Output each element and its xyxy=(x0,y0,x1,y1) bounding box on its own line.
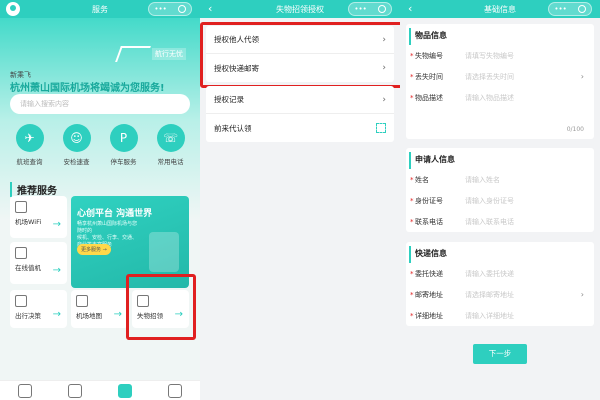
item-info-card: 物品信息 * 失物编号 请填写失物编号 * 丢失时间 请选择丢失时间 › * 物… xyxy=(406,24,594,139)
detail-address-input[interactable]: 请输入详细地址 xyxy=(465,311,594,321)
menu-label: 授权记录 xyxy=(214,95,244,104)
chevron-right-icon: › xyxy=(580,290,584,299)
tile-check-in[interactable]: 在线值机 → xyxy=(10,242,67,284)
home-tab-icon[interactable] xyxy=(18,383,32,398)
highlight-box-lost-found xyxy=(126,274,196,340)
tile-exit-decision[interactable]: 出行决策 → xyxy=(10,290,67,328)
luggage-icon xyxy=(149,232,179,272)
more-services-button[interactable]: 更多服务 → xyxy=(77,244,111,255)
scan-icon[interactable] xyxy=(376,123,386,133)
quick-label: 停车服务 xyxy=(110,158,137,166)
lost-time-picker[interactable]: 请选择丢失时间 xyxy=(465,72,594,82)
chevron-right-icon: › xyxy=(382,94,386,105)
quick-item-phone[interactable]: ☏ 常用电话 xyxy=(151,124,191,166)
parking-icon: P xyxy=(109,124,138,152)
search-input[interactable]: 请输入搜索内容 xyxy=(10,94,190,114)
close-icon[interactable] xyxy=(177,5,186,13)
mail-address-picker[interactable]: 请选择邮寄地址 xyxy=(465,290,594,300)
luggage-tab-icon[interactable] xyxy=(68,383,82,398)
courier-input[interactable]: 请输入委托快递 xyxy=(465,269,594,279)
map-icon xyxy=(76,295,88,307)
menu-item-claim-on-behalf[interactable]: 前来代认领 xyxy=(206,114,394,142)
row-id-number[interactable]: * 身份证号 请输入身份证号 xyxy=(406,190,594,211)
menu-item-records[interactable]: 授权记录 › xyxy=(206,86,394,114)
more-icon[interactable]: ••• xyxy=(154,5,166,13)
mini-program-capsule[interactable]: ••• xyxy=(548,2,592,16)
service-screen: 服务 ••• 航行无忧 新乘飞 杭州萧山国际机场将竭诚为您服务! 请输入搜索内容… xyxy=(0,0,200,400)
row-lost-time[interactable]: * 丢失时间 请选择丢失时间 › xyxy=(406,66,594,87)
tile-label: 在线值机 xyxy=(15,264,41,272)
check-in-icon xyxy=(15,247,27,259)
tile-label: 出行决策 xyxy=(15,312,41,320)
authorization-screen: ‹ 失物招领授权 ••• 授权他人代领 › 授权快递邮寄 › 授权记录 › 前来… xyxy=(200,0,406,400)
id-number-input[interactable]: 请输入身份证号 xyxy=(465,196,594,206)
more-icon[interactable]: ••• xyxy=(554,5,566,13)
mini-program-capsule[interactable]: ••• xyxy=(148,2,192,16)
close-icon[interactable] xyxy=(577,5,586,13)
arrow-right-icon: → xyxy=(113,309,122,320)
roof-icon xyxy=(115,46,151,62)
services-tab-icon[interactable] xyxy=(118,383,132,398)
quick-item-parking[interactable]: P 停车服务 xyxy=(104,124,144,166)
profile-tab-icon[interactable] xyxy=(168,383,182,398)
quick-item-security[interactable]: ☺ 安检速查 xyxy=(57,124,97,166)
row-item-description[interactable]: * 物品描述 请输入物品描述 xyxy=(406,87,594,108)
tile-wifi[interactable]: 机场WiFi → xyxy=(10,196,67,238)
section-title: 快递信息 xyxy=(409,246,594,263)
phone-input[interactable]: 请输入联系电话 xyxy=(465,217,594,227)
records-menu: 授权记录 › 前来代认领 xyxy=(206,86,394,142)
section-title: 物品信息 xyxy=(409,28,594,45)
authorization-top-bar: ‹ 失物招领授权 ••• xyxy=(200,0,400,18)
banner-title: 心创平台 沟通世界 xyxy=(77,209,153,219)
quick-item-flight[interactable]: ✈ 航班查询 xyxy=(10,124,50,166)
quick-label: 安检速查 xyxy=(63,158,90,166)
basic-info-top-bar: ‹ 基础信息 ••• xyxy=(400,0,600,18)
quick-label: 常用电话 xyxy=(157,158,184,166)
delivery-info-card: 快递信息 * 委托快递 请输入委托快递 * 邮寄地址 请选择邮寄地址 › * 详… xyxy=(406,242,594,326)
exit-icon xyxy=(15,295,27,307)
section-title: 申请人信息 xyxy=(409,152,594,169)
plane-icon: ✈ xyxy=(15,124,44,152)
applicant-info-card: 申请人信息 * 姓名 请输入姓名 * 身份证号 请输入身份证号 * 联系电话 请… xyxy=(406,148,594,232)
lost-number-input[interactable]: 请填写失物编号 xyxy=(465,51,594,61)
chevron-right-icon: › xyxy=(580,72,584,81)
airport-logo: 航行无忧 xyxy=(114,42,186,68)
wifi-icon xyxy=(15,201,27,213)
tile-label: 机场地图 xyxy=(76,312,102,320)
row-detail-address[interactable]: * 详细地址 请输入详细地址 xyxy=(406,305,594,326)
arrow-right-icon: → xyxy=(52,219,61,230)
person-badge-icon: ☺ xyxy=(62,124,91,152)
phone-icon: ☏ xyxy=(156,124,185,152)
bottom-tab-bar xyxy=(0,380,200,400)
basic-info-screen: ‹ 基础信息 ••• 物品信息 * 失物编号 请填写失物编号 * 丢失时间 请选… xyxy=(400,0,600,400)
close-icon[interactable] xyxy=(377,5,386,13)
item-description-input[interactable]: 请输入物品描述 xyxy=(465,93,594,103)
slogan: 杭州萧山国际机场将竭诚为您服务! xyxy=(10,83,165,94)
row-mail-address[interactable]: * 邮寄地址 请选择邮寄地址 › xyxy=(406,284,594,305)
arrow-right-icon: → xyxy=(52,265,61,276)
char-counter: 0/100 xyxy=(566,126,584,133)
quick-label: 航班查询 xyxy=(16,158,43,166)
row-phone[interactable]: * 联系电话 请输入联系电话 xyxy=(406,211,594,232)
arrow-right-icon: → xyxy=(52,309,61,320)
row-lost-number[interactable]: * 失物编号 请填写失物编号 xyxy=(406,45,594,66)
row-courier[interactable]: * 委托快递 请输入委托快递 xyxy=(406,263,594,284)
next-button[interactable]: 下一步 xyxy=(473,344,527,364)
tile-label: 机场WiFi xyxy=(15,218,42,226)
more-icon[interactable]: ••• xyxy=(354,5,366,13)
menu-label: 前来代认领 xyxy=(214,123,252,133)
service-top-bar: 服务 ••• xyxy=(0,0,200,18)
logo-text: 航行无忧 xyxy=(152,48,186,60)
highlight-box-authorization xyxy=(200,22,406,88)
row-name[interactable]: * 姓名 请输入姓名 xyxy=(406,169,594,190)
quick-services: ✈ 航班查询 ☺ 安检速查 P 停车服务 ☏ 常用电话 xyxy=(6,124,194,166)
mini-program-capsule[interactable]: ••• xyxy=(348,2,392,16)
recommend-title: 推荐服务 xyxy=(10,182,57,197)
tile-airport-map[interactable]: 机场地图 → xyxy=(71,290,128,328)
name-input[interactable]: 请输入姓名 xyxy=(465,175,594,185)
